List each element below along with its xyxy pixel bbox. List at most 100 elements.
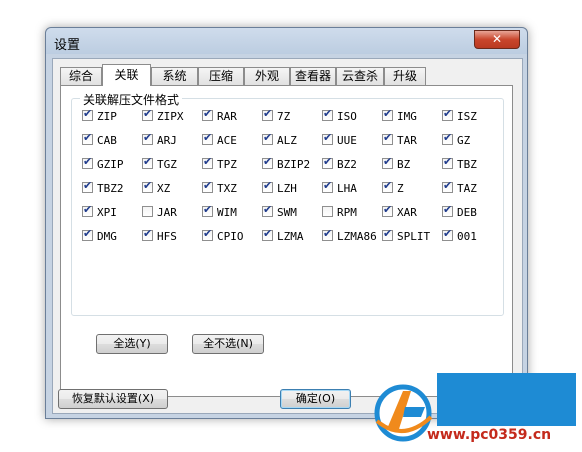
- checkbox[interactable]: ✔: [142, 180, 153, 193]
- checkbox[interactable]: ✔: [442, 108, 453, 121]
- format-checkbox-deb[interactable]: ✔ DEB: [442, 204, 477, 221]
- format-checkbox-tgz[interactable]: ✔ TGZ: [142, 156, 177, 173]
- checkbox[interactable]: ✔: [142, 156, 153, 169]
- select-none-button[interactable]: 全不选(N): [192, 334, 264, 354]
- checkbox[interactable]: ✔: [82, 204, 93, 217]
- format-checkbox-tpz[interactable]: ✔ TPZ: [202, 156, 237, 173]
- format-checkbox-img[interactable]: ✔ IMG: [382, 108, 417, 125]
- format-checkbox-lzma86[interactable]: ✔ LZMA86: [322, 228, 377, 245]
- checkbox[interactable]: ✔: [202, 132, 213, 145]
- checkbox[interactable]: ✔: [382, 180, 393, 193]
- select-all-button[interactable]: 全选(Y): [96, 334, 168, 354]
- checkbox[interactable]: ✔: [82, 132, 93, 145]
- checkbox[interactable]: ✔: [322, 132, 333, 145]
- format-checkbox-zipx[interactable]: ✔ ZIPX: [142, 108, 184, 125]
- format-label: LZMA86: [337, 230, 377, 243]
- checkbox[interactable]: ✔: [442, 228, 453, 241]
- format-checkbox-isz[interactable]: ✔ ISZ: [442, 108, 477, 125]
- checkbox[interactable]: ✔: [442, 204, 453, 217]
- format-checkbox-bz[interactable]: ✔ BZ: [382, 156, 410, 173]
- format-checkbox-bzip2[interactable]: ✔ BZIP2: [262, 156, 310, 173]
- format-checkbox-001[interactable]: ✔ 001: [442, 228, 477, 245]
- format-checkbox-uue[interactable]: ✔ UUE: [322, 132, 357, 149]
- checkbox[interactable]: ✔: [142, 228, 153, 241]
- checkbox[interactable]: ✔: [262, 156, 273, 169]
- checkbox[interactable]: [322, 206, 333, 217]
- format-checkbox-cab[interactable]: ✔ CAB: [82, 132, 117, 149]
- format-checkbox-txz[interactable]: ✔ TXZ: [202, 180, 237, 197]
- checkbox[interactable]: ✔: [382, 156, 393, 169]
- format-checkbox-taz[interactable]: ✔ TAZ: [442, 180, 477, 197]
- tab-compression[interactable]: 压缩: [198, 67, 244, 85]
- format-checkbox-ace[interactable]: ✔ ACE: [202, 132, 237, 149]
- ok-button[interactable]: 确定(O): [280, 389, 351, 409]
- checkbox[interactable]: ✔: [262, 204, 273, 217]
- format-checkbox-z[interactable]: ✔ Z: [382, 180, 404, 197]
- checkbox[interactable]: ✔: [202, 108, 213, 121]
- checkbox[interactable]: ✔: [442, 180, 453, 193]
- checkbox[interactable]: ✔: [382, 228, 393, 241]
- format-checkbox-tar[interactable]: ✔ TAR: [382, 132, 417, 149]
- format-checkbox-alz[interactable]: ✔ ALZ: [262, 132, 297, 149]
- format-checkbox-rar[interactable]: ✔ RAR: [202, 108, 237, 125]
- format-checkbox-xar[interactable]: ✔ XAR: [382, 204, 417, 221]
- tab-cloud-scan[interactable]: 云查杀: [336, 67, 384, 85]
- checkbox[interactable]: ✔: [202, 204, 213, 217]
- format-checkbox-xz[interactable]: ✔ XZ: [142, 180, 170, 197]
- checkbox[interactable]: ✔: [262, 132, 273, 145]
- format-checkbox-tbz[interactable]: ✔ TBZ: [442, 156, 477, 173]
- format-label: SPLIT: [397, 230, 431, 243]
- checkbox[interactable]: ✔: [382, 204, 393, 217]
- checkbox[interactable]: ✔: [82, 108, 93, 121]
- format-checkbox-cpio[interactable]: ✔ CPIO: [202, 228, 244, 245]
- format-checkbox-zip[interactable]: ✔ ZIP: [82, 108, 117, 125]
- checkbox[interactable]: ✔: [322, 108, 333, 121]
- format-checkbox-tbz2[interactable]: ✔ TBZ2: [82, 180, 124, 197]
- checkbox[interactable]: [142, 206, 153, 217]
- checkbox[interactable]: ✔: [442, 132, 453, 145]
- format-checkbox-lzh[interactable]: ✔ LZH: [262, 180, 297, 197]
- format-checkbox-lzma[interactable]: ✔ LZMA: [262, 228, 304, 245]
- tab-update[interactable]: 升级: [384, 67, 426, 85]
- checkbox[interactable]: ✔: [82, 156, 93, 169]
- format-checkbox-gz[interactable]: ✔ GZ: [442, 132, 470, 149]
- checkbox[interactable]: ✔: [382, 108, 393, 121]
- tab-viewer[interactable]: 查看器: [290, 67, 336, 85]
- format-checkbox-arj[interactable]: ✔ ARJ: [142, 132, 177, 149]
- checkbox[interactable]: ✔: [202, 156, 213, 169]
- checkbox[interactable]: ✔: [382, 132, 393, 145]
- restore-defaults-button[interactable]: 恢复默认设置(X): [58, 389, 168, 409]
- checkbox[interactable]: ✔: [262, 228, 273, 241]
- format-checkbox-lha[interactable]: ✔ LHA: [322, 180, 357, 197]
- tab-system[interactable]: 系统: [151, 67, 198, 85]
- tab-appearance[interactable]: 外观: [244, 67, 290, 85]
- close-button[interactable]: ✕: [474, 30, 520, 49]
- title-bar[interactable]: 设置 ✕: [46, 28, 527, 54]
- checkbox[interactable]: ✔: [442, 156, 453, 169]
- format-checkbox-iso[interactable]: ✔ ISO: [322, 108, 357, 125]
- tab-association[interactable]: 关联: [102, 64, 151, 86]
- checkbox[interactable]: ✔: [142, 108, 153, 121]
- checkbox[interactable]: ✔: [202, 180, 213, 193]
- checkbox[interactable]: ✔: [82, 228, 93, 241]
- format-checkbox-swm[interactable]: ✔ SWM: [262, 204, 297, 221]
- format-checkbox-7z[interactable]: ✔ 7Z: [262, 108, 290, 125]
- format-checkbox-xpi[interactable]: ✔ XPI: [82, 204, 117, 221]
- format-checkbox-gzip[interactable]: ✔ GZIP: [82, 156, 124, 173]
- tab-general[interactable]: 综合: [60, 67, 102, 85]
- format-checkbox-dmg[interactable]: ✔ DMG: [82, 228, 117, 245]
- checkbox[interactable]: ✔: [262, 180, 273, 193]
- checkbox[interactable]: ✔: [322, 228, 333, 241]
- format-checkbox-wim[interactable]: ✔ WIM: [202, 204, 237, 221]
- format-checkbox-jar[interactable]: JAR: [142, 205, 177, 221]
- checkbox[interactable]: ✔: [142, 132, 153, 145]
- checkbox[interactable]: ✔: [262, 108, 273, 121]
- checkbox[interactable]: ✔: [322, 180, 333, 193]
- checkbox[interactable]: ✔: [82, 180, 93, 193]
- checkbox[interactable]: ✔: [202, 228, 213, 241]
- format-checkbox-rpm[interactable]: RPM: [322, 205, 357, 221]
- format-checkbox-bz2[interactable]: ✔ BZ2: [322, 156, 357, 173]
- format-checkbox-hfs[interactable]: ✔ HFS: [142, 228, 177, 245]
- checkbox[interactable]: ✔: [322, 156, 333, 169]
- format-checkbox-split[interactable]: ✔ SPLIT: [382, 228, 431, 245]
